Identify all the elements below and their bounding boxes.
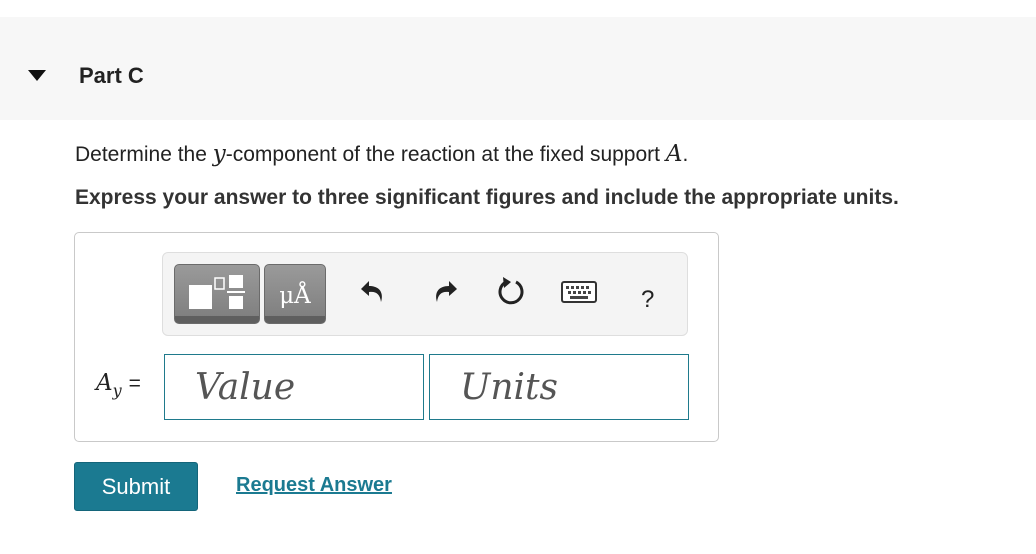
units-input[interactable] bbox=[429, 354, 689, 420]
part-title: Part C bbox=[79, 63, 144, 88]
math-toolbar: μÅ ? bbox=[162, 252, 688, 336]
question-middle: -component of the reaction at the fixed … bbox=[225, 143, 666, 166]
instruction-text: Express your answer to three significant… bbox=[75, 186, 899, 209]
undo-icon[interactable] bbox=[359, 277, 387, 305]
units-icon: μÅ bbox=[279, 283, 311, 309]
help-icon[interactable]: ? bbox=[641, 286, 654, 314]
redo-icon[interactable] bbox=[431, 277, 459, 305]
part-header[interactable]: Part C bbox=[0, 17, 1036, 120]
answer-label-eq: = bbox=[128, 372, 141, 395]
question-suffix: . bbox=[682, 143, 689, 166]
templates-icon bbox=[189, 275, 245, 309]
question-variable: y bbox=[212, 141, 226, 167]
request-answer-link[interactable]: Request Answer bbox=[236, 474, 392, 497]
question-support: A bbox=[665, 141, 683, 167]
value-input[interactable] bbox=[164, 354, 424, 420]
question-text: Determine the y-component of the reactio… bbox=[75, 141, 688, 167]
units-button[interactable]: μÅ bbox=[264, 264, 326, 324]
keyboard-icon[interactable] bbox=[561, 280, 597, 304]
collapse-caret-icon[interactable] bbox=[28, 70, 46, 81]
question-prefix: Determine the bbox=[75, 143, 213, 166]
answer-label-sub: y bbox=[112, 381, 122, 400]
templates-button[interactable] bbox=[174, 264, 260, 324]
reset-icon[interactable] bbox=[495, 277, 525, 307]
answer-label: Ay = bbox=[96, 368, 141, 400]
answer-label-main: A bbox=[96, 370, 113, 396]
submit-button[interactable]: Submit bbox=[74, 462, 198, 511]
